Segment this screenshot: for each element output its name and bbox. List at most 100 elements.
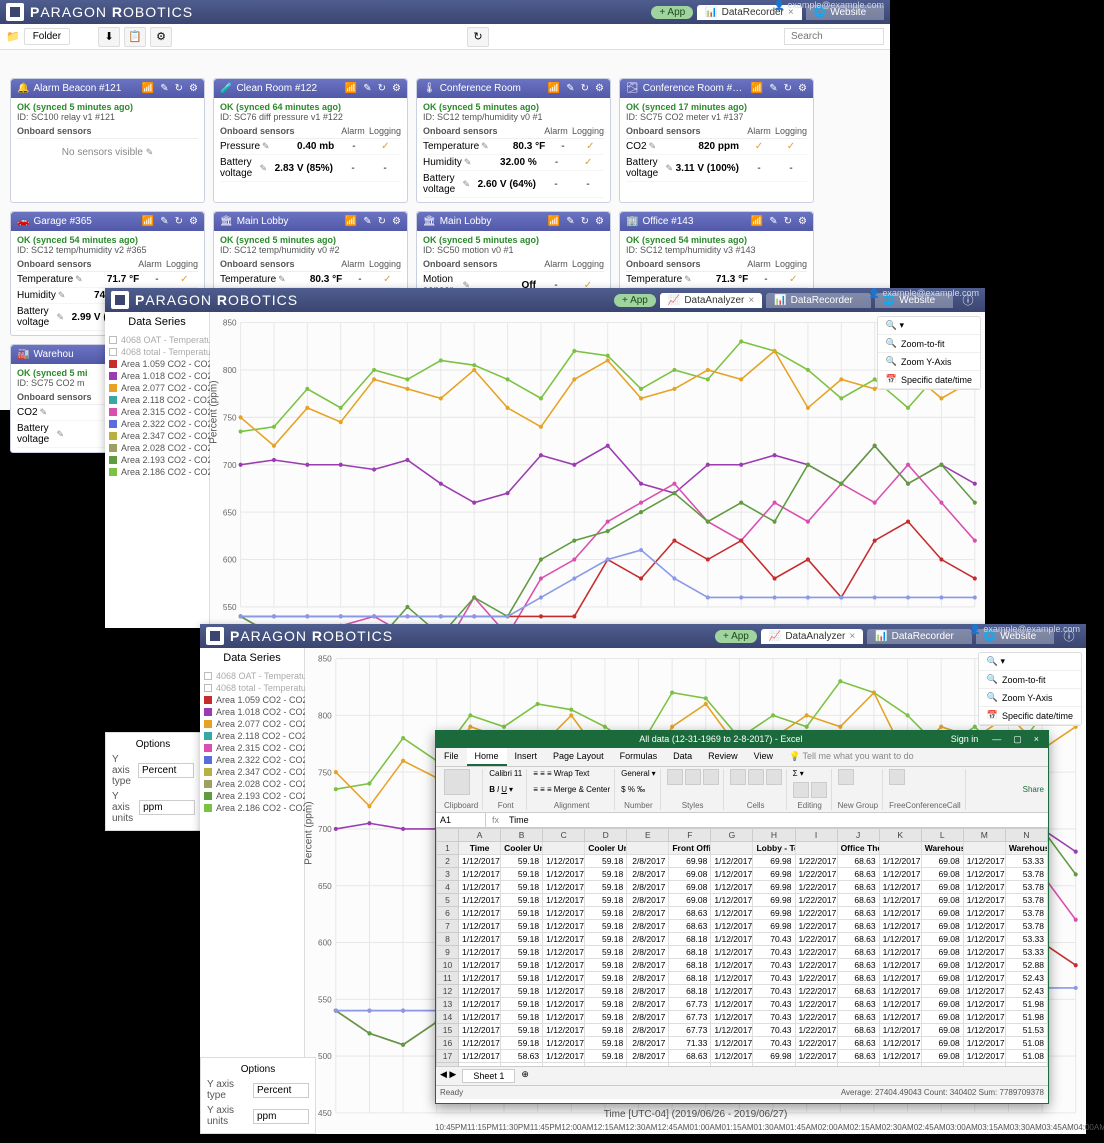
copy-button[interactable]: 📋: [124, 27, 146, 47]
share-button[interactable]: Share: [1023, 785, 1044, 794]
tab-datarecorder[interactable]: 📊 DataRecorder ×: [766, 293, 871, 308]
pencil-icon[interactable]: ✎: [769, 216, 777, 227]
pencil-icon[interactable]: ✎: [684, 274, 692, 285]
excel-tab[interactable]: Home: [467, 748, 507, 766]
series-item[interactable]: Area 2.315 CO2 - CO2: [109, 406, 205, 418]
excel-tab[interactable]: Page Layout: [545, 748, 612, 766]
format-icon[interactable]: [766, 769, 782, 785]
yaxis-units-input[interactable]: [139, 800, 195, 815]
series-item[interactable]: Area 2.028 CO2 - CO2: [109, 442, 205, 454]
excel-tab[interactable]: Formulas: [612, 748, 666, 766]
refresh-icon[interactable]: ↻: [784, 83, 792, 94]
user-email[interactable]: example@example.com: [787, 0, 884, 10]
pencil-icon[interactable]: ✎: [481, 141, 489, 152]
pencil-icon[interactable]: ✎: [40, 407, 48, 418]
settings-button[interactable]: ⚙: [150, 27, 172, 47]
series-item[interactable]: Area 2.077 CO2 - CO2: [204, 718, 300, 730]
freeconf-icon[interactable]: [889, 769, 905, 785]
refresh-icon[interactable]: ↻: [784, 216, 792, 227]
excel-tab[interactable]: Review: [700, 748, 746, 766]
pencil-icon[interactable]: ✎: [278, 274, 286, 285]
gear-icon[interactable]: ⚙: [595, 216, 604, 227]
tab-dataanalyzer[interactable]: 📈 DataAnalyzer ×: [761, 629, 863, 644]
excel-signin[interactable]: Sign in: [943, 734, 987, 745]
excel-tab[interactable]: Insert: [507, 748, 546, 766]
series-item[interactable]: Area 1.018 CO2 - CO2: [204, 706, 300, 718]
tool-dropdown[interactable]: 🔍 ▾: [878, 317, 980, 335]
zoom-y-button[interactable]: 🔍 Zoom Y-Axis: [979, 689, 1081, 707]
gear-icon[interactable]: ⚙: [798, 83, 807, 94]
excel-tab[interactable]: File: [436, 748, 467, 766]
pencil-icon[interactable]: ✎: [462, 179, 470, 190]
insert-icon[interactable]: [730, 769, 746, 785]
series-item[interactable]: Area 2.322 CO2 - CO2: [109, 418, 205, 430]
series-item[interactable]: Area 2.322 CO2 - CO2: [204, 754, 300, 766]
cell-styles-icon[interactable]: [703, 769, 719, 785]
fx-icon[interactable]: fx: [486, 813, 505, 827]
gear-icon[interactable]: ⚙: [189, 83, 198, 94]
pencil-icon[interactable]: ✎: [566, 216, 574, 227]
series-item[interactable]: Area 2.315 CO2 - CO2: [204, 742, 300, 754]
sheet-tab[interactable]: Sheet 1: [462, 1069, 515, 1083]
yaxis-type-input[interactable]: [138, 763, 194, 778]
pencil-icon[interactable]: ✎: [160, 83, 168, 94]
tab-datarecorder[interactable]: 📊 DataRecorder ×: [867, 629, 972, 644]
fmt-table-icon[interactable]: [685, 769, 701, 785]
window-close-icon[interactable]: ×: [1028, 734, 1045, 745]
excel-tab[interactable]: View: [746, 748, 781, 766]
search-input[interactable]: [784, 28, 884, 45]
zoom-fit-button[interactable]: 🔍 Zoom-to-fit: [878, 335, 980, 353]
series-item[interactable]: Area 1.018 CO2 - CO2: [109, 370, 205, 382]
refresh-icon[interactable]: ↻: [378, 216, 386, 227]
series-item[interactable]: 4068 OAT - Temperature: [109, 334, 205, 346]
cond-fmt-icon[interactable]: [667, 769, 683, 785]
gear-icon[interactable]: ⚙: [595, 83, 604, 94]
series-item[interactable]: Area 2.118 CO2 - CO2: [204, 730, 300, 742]
pencil-icon[interactable]: ✎: [56, 312, 64, 323]
series-item[interactable]: 4068 OAT - Temperature: [204, 670, 300, 682]
window-min-icon[interactable]: —: [986, 734, 1007, 745]
gear-icon[interactable]: ⚙: [798, 216, 807, 227]
tab-dataanalyzer[interactable]: 📈 DataAnalyzer ×: [660, 293, 762, 308]
pencil-icon[interactable]: ✎: [262, 141, 270, 152]
tool-dropdown[interactable]: 🔍 ▾: [979, 653, 1081, 671]
refresh-icon[interactable]: ↻: [175, 83, 183, 94]
excel-titlebar[interactable]: All data (12-31-1969 to 2-8-2017) - Exce…: [436, 731, 1048, 748]
pencil-icon[interactable]: ✎: [259, 163, 267, 174]
series-item[interactable]: Area 2.186 CO2 - CO2: [109, 466, 205, 478]
pencil-icon[interactable]: ✎: [160, 216, 168, 227]
cell-reference[interactable]: A1: [436, 813, 486, 827]
sort-icon[interactable]: [793, 782, 809, 798]
download-button[interactable]: ⬇: [98, 27, 120, 47]
sheet-nav[interactable]: ◀ ▶: [440, 1069, 456, 1083]
series-item[interactable]: Area 1.059 CO2 - CO2: [109, 358, 205, 370]
pencil-icon[interactable]: ✎: [769, 83, 777, 94]
app-pill[interactable]: + App: [651, 6, 693, 19]
series-item[interactable]: Area 2.193 CO2 - CO2: [204, 790, 300, 802]
gear-icon[interactable]: ⚙: [392, 83, 401, 94]
excel-grid[interactable]: ABCDEFGHIJKLMN1TimeCooler Units 4:TimeCo…: [436, 828, 1048, 1066]
refresh-icon[interactable]: ↻: [378, 83, 386, 94]
series-item[interactable]: Area 2.028 CO2 - CO2: [204, 778, 300, 790]
paste-icon[interactable]: [444, 769, 470, 795]
series-item[interactable]: Area 2.347 CO2 - CO2: [109, 430, 205, 442]
refresh-icon[interactable]: ↻: [581, 216, 589, 227]
series-item[interactable]: Area 2.077 CO2 - CO2: [109, 382, 205, 394]
gear-icon[interactable]: ⚙: [392, 216, 401, 227]
specific-datetime-button[interactable]: 📅 Specific date/time: [979, 707, 1081, 725]
zoom-fit-button[interactable]: 🔍 Zoom-to-fit: [979, 671, 1081, 689]
formula-value[interactable]: Time: [505, 813, 1048, 827]
pencil-icon[interactable]: ✎: [58, 290, 66, 301]
pencil-icon[interactable]: ✎: [363, 83, 371, 94]
refresh-icon[interactable]: ↻: [581, 83, 589, 94]
gear-icon[interactable]: ⚙: [189, 216, 198, 227]
delete-icon[interactable]: [748, 769, 764, 785]
series-item[interactable]: Area 2.193 CO2 - CO2: [109, 454, 205, 466]
series-item[interactable]: Area 2.347 CO2 - CO2: [204, 766, 300, 778]
refresh-button[interactable]: ↻: [467, 27, 489, 47]
pencil-icon[interactable]: ✎: [75, 274, 83, 285]
pencil-icon[interactable]: ✎: [665, 163, 673, 174]
find-icon[interactable]: [811, 782, 827, 798]
pencil-icon[interactable]: ✎: [649, 141, 657, 152]
series-item[interactable]: Area 2.118 CO2 - CO2: [109, 394, 205, 406]
